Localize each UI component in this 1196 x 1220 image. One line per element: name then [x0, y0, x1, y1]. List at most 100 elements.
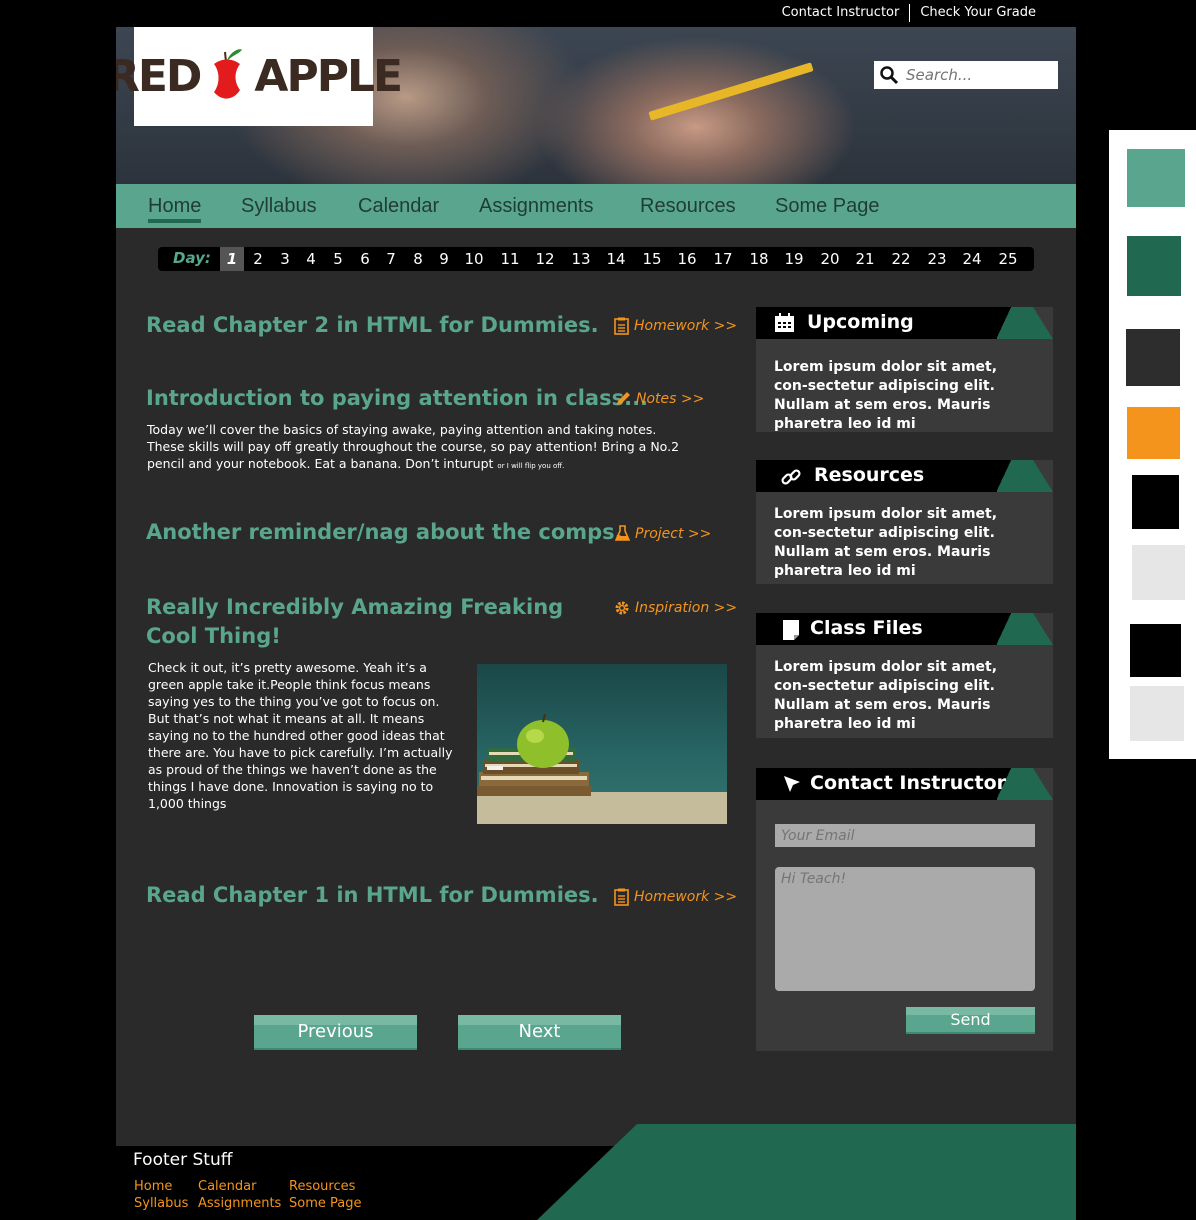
day-17[interactable]: 17	[708, 247, 738, 271]
nav-resources[interactable]: Resources	[640, 195, 736, 218]
previous-button[interactable]: Previous	[254, 1015, 417, 1050]
day-22[interactable]: 22	[886, 247, 916, 271]
cursor-icon	[784, 776, 800, 792]
resources-body: Lorem ipsum dolor sit amet, con-sectetur…	[774, 506, 998, 579]
next-button[interactable]: Next	[458, 1015, 621, 1050]
footer-title: Footer Stuff	[133, 1150, 233, 1170]
pencil-image	[648, 62, 814, 121]
day-label: Day:	[173, 249, 211, 267]
send-button-label: Send	[950, 1010, 991, 1029]
post-body-4: Check it out, it’s pretty awesome. Yeah …	[148, 660, 453, 811]
day-9[interactable]: 9	[432, 247, 456, 271]
day-4[interactable]: 4	[299, 247, 323, 271]
inspiration-link[interactable]: Inspiration >>	[614, 600, 737, 616]
post-body-2: Today we’ll cover the basics of staying …	[147, 421, 697, 475]
resources-widget: Resources Lorem ipsum dolor sit amet, co…	[756, 460, 1053, 584]
nav-calendar[interactable]: Calendar	[358, 195, 439, 218]
day-6[interactable]: 6	[353, 247, 377, 271]
homework-link-2[interactable]: Homework >>	[614, 888, 737, 906]
upcoming-widget: Upcoming Lorem ipsum dolor sit amet, con…	[756, 307, 1053, 432]
send-button[interactable]: Send	[906, 1007, 1035, 1034]
project-link-label: Project >>	[635, 525, 712, 542]
link-icon	[781, 469, 801, 485]
upcoming-header: Upcoming	[756, 307, 1053, 339]
footer-link-home[interactable]: Home	[134, 1179, 172, 1194]
nav-assignments[interactable]: Assignments	[479, 195, 594, 218]
nav-home[interactable]: Home	[148, 195, 202, 223]
day-19[interactable]: 19	[779, 247, 809, 271]
notes-link[interactable]: Notes >>	[615, 391, 704, 407]
post-title-4[interactable]: Really Incredibly Amazing Freaking Cool …	[146, 593, 563, 651]
color-palette	[1109, 130, 1196, 759]
footer-link-some-page[interactable]: Some Page	[289, 1196, 361, 1211]
swatch-7	[1130, 624, 1181, 677]
class-files-title: Class Files	[810, 617, 923, 639]
swatch-3	[1126, 329, 1180, 386]
day-21[interactable]: 21	[850, 247, 880, 271]
logo[interactable]: RED APPLE	[116, 27, 403, 126]
calendar-icon	[775, 313, 794, 332]
day-24[interactable]: 24	[957, 247, 987, 271]
day-23[interactable]: 23	[922, 247, 952, 271]
upcoming-body: Lorem ipsum dolor sit amet, con-sectetur…	[774, 359, 998, 432]
day-18[interactable]: 18	[744, 247, 774, 271]
class-files-body: Lorem ipsum dolor sit amet, con-sectetur…	[774, 659, 998, 732]
check-grade-link[interactable]: Check Your Grade	[909, 4, 1046, 22]
footer-link-calendar[interactable]: Calendar	[198, 1179, 256, 1194]
logo-text-right: APPLE	[254, 51, 403, 102]
homework-link-label-1: Homework >>	[634, 318, 738, 334]
swatch-6	[1132, 545, 1185, 600]
contact-instructor-link[interactable]: Contact Instructor	[772, 4, 910, 22]
day-16[interactable]: 16	[672, 247, 702, 271]
post-title-5[interactable]: Read Chapter 1 in HTML for Dummies.	[146, 881, 599, 910]
search-box[interactable]	[874, 61, 1058, 89]
post-title-3[interactable]: Another reminder/nag about the comps.	[146, 518, 623, 547]
clipboard-icon	[614, 888, 629, 906]
search-icon[interactable]	[878, 64, 900, 86]
day-8[interactable]: 8	[406, 247, 430, 271]
inspiration-link-label: Inspiration >>	[635, 600, 738, 616]
day-10[interactable]: 10	[459, 247, 489, 271]
day-14[interactable]: 14	[601, 247, 631, 271]
day-selector: Day: 1 2 3 4 5 6 7 8 9 10 11 12 13 14 15 16 17 18 19 20 21 22…	[158, 247, 1034, 271]
project-link[interactable]: Project >>	[615, 525, 711, 542]
day-11[interactable]: 11	[495, 247, 525, 271]
contact-title: Contact Instructor	[810, 772, 1007, 794]
pencil-icon	[617, 392, 630, 405]
nav-some-page[interactable]: Some Page	[775, 195, 880, 218]
header-banner: RED APPLE	[116, 27, 1076, 184]
day-12[interactable]: 12	[530, 247, 560, 271]
day-25[interactable]: 25	[993, 247, 1023, 271]
footer-link-syllabus[interactable]: Syllabus	[134, 1196, 188, 1211]
main-nav: Home Syllabus Calendar Assignments Resou…	[116, 184, 1076, 228]
search-input[interactable]	[900, 66, 1052, 84]
logo-text-left: RED	[116, 51, 202, 102]
message-field[interactable]	[775, 867, 1035, 991]
gear-icon	[615, 601, 629, 615]
day-15[interactable]: 15	[637, 247, 667, 271]
swatch-2	[1127, 236, 1181, 296]
nav-syllabus[interactable]: Syllabus	[241, 195, 317, 218]
post-title-1[interactable]: Read Chapter 2 in HTML for Dummies.	[146, 311, 599, 340]
swatch-4	[1127, 407, 1180, 459]
day-20[interactable]: 20	[815, 247, 845, 271]
day-1[interactable]: 1	[220, 247, 244, 271]
green-apple-on-books-image	[477, 664, 727, 824]
day-2[interactable]: 2	[246, 247, 270, 271]
page-container: Contact Instructor Check Your Grade RED …	[116, 0, 1076, 1220]
next-button-label: Next	[518, 1021, 561, 1042]
footer-link-resources[interactable]: Resources	[289, 1179, 355, 1194]
footer-link-assignments[interactable]: Assignments	[198, 1196, 281, 1211]
day-13[interactable]: 13	[566, 247, 596, 271]
footer-accent	[537, 1124, 1076, 1220]
post-title-4-line1: Really Incredibly Amazing Freaking	[146, 595, 564, 619]
day-5[interactable]: 5	[326, 247, 350, 271]
homework-link-1[interactable]: Homework >>	[614, 317, 737, 335]
email-field[interactable]	[775, 824, 1035, 847]
day-7[interactable]: 7	[379, 247, 403, 271]
post-title-2[interactable]: Introduction to paying attention in clas…	[146, 384, 648, 413]
post-body-2-text: Today we’ll cover the basics of staying …	[147, 422, 680, 471]
day-3[interactable]: 3	[273, 247, 297, 271]
post-title-4-line2: Cool Thing!	[146, 624, 281, 648]
notes-link-label: Notes >>	[636, 391, 705, 407]
